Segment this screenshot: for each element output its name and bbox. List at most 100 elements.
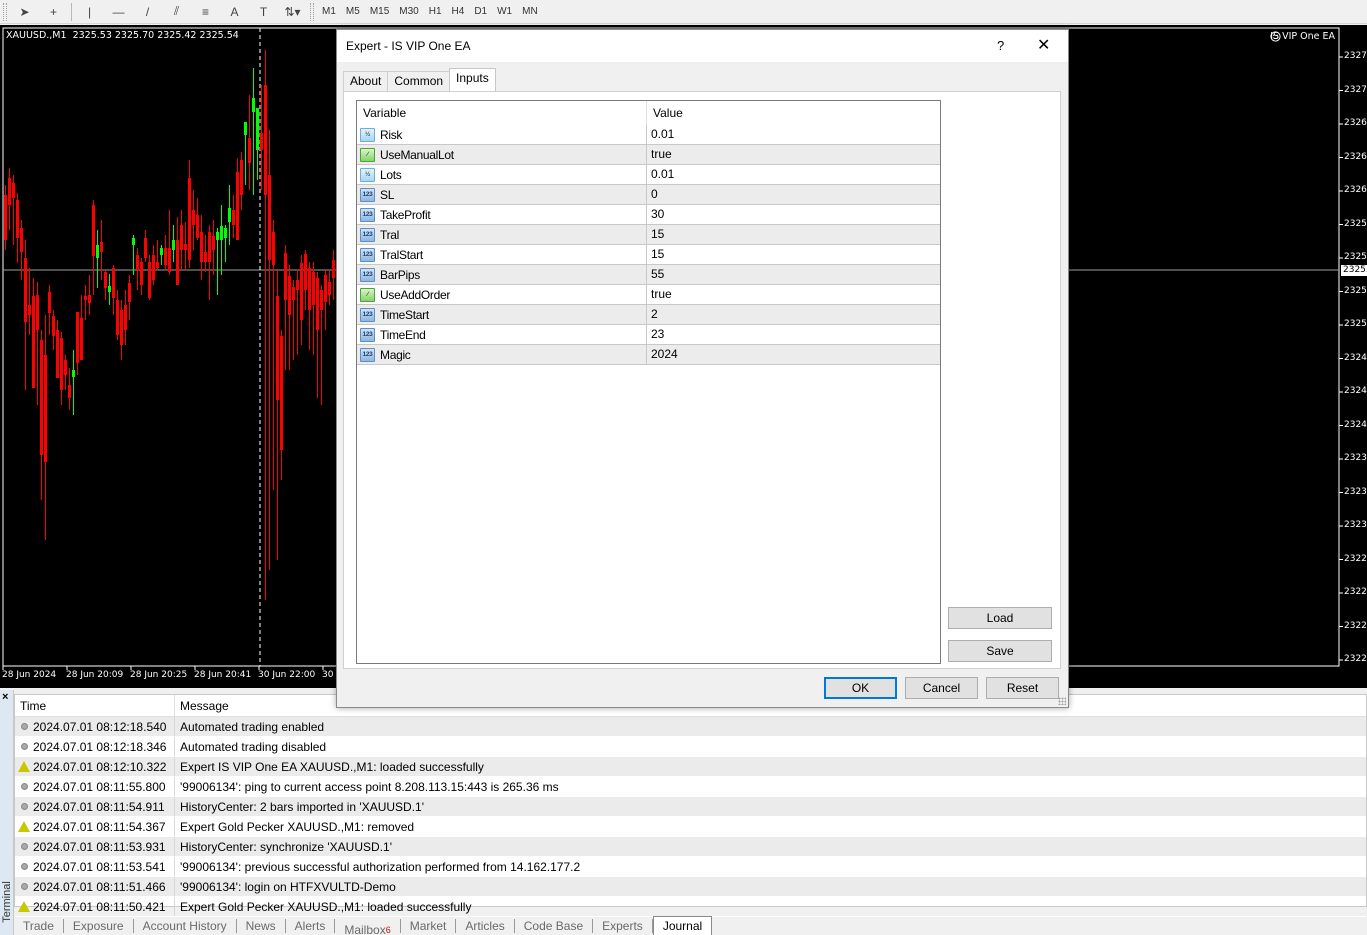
input-value-cell[interactable]: 15 [647, 225, 664, 244]
tool-trendline-button[interactable]: / [133, 1, 162, 23]
column-header-time[interactable]: Time [15, 695, 175, 716]
tab-account-history[interactable]: Account History [134, 918, 237, 933]
tab-journal[interactable]: Journal [652, 916, 713, 935]
input-row[interactable]: ⁄ UseManualLot true [357, 145, 940, 165]
bear-candle [124, 305, 127, 330]
resize-grip[interactable] [1058, 697, 1066, 705]
column-header-message[interactable]: Message [175, 695, 229, 716]
input-value-cell[interactable]: true [647, 145, 672, 164]
timeframe-mn-button[interactable]: MN [517, 1, 543, 23]
tool-equidistant-channel-button[interactable]: ⫽ [162, 1, 191, 23]
tab-alerts[interactable]: Alerts [286, 918, 336, 933]
toolbar: ➤ + | — / ⫽ ≡ A T ⇅▾ M1 M5 M15 M30 H1 H4 D1 W1 MN [0, 0, 1367, 24]
toolbar-grip[interactable] [3, 2, 7, 21]
timeframe-m15-button[interactable]: M15 [365, 1, 394, 23]
input-row[interactable]: 123 TakeProfit 30 [357, 205, 940, 225]
log-level [15, 843, 33, 850]
info-dot-icon [20, 783, 28, 790]
info-dot-icon [20, 803, 28, 810]
reset-button[interactable]: Reset [986, 677, 1059, 699]
tool-text-label-button[interactable]: T [249, 1, 278, 23]
timeframe-m5-button[interactable]: M5 [341, 1, 365, 23]
tool-fibonacci-button[interactable]: ≡ [191, 1, 220, 23]
cancel-button[interactable]: Cancel [905, 677, 978, 699]
input-value-cell[interactable]: 55 [647, 265, 664, 284]
save-button[interactable]: Save [948, 640, 1052, 662]
input-value-cell[interactable]: 23 [647, 325, 664, 344]
tool-crosshair-button[interactable]: + [39, 1, 68, 23]
tool-horizontal-line-button[interactable]: — [104, 1, 133, 23]
tab-common[interactable]: Common [387, 71, 451, 91]
boolean-type-icon: ⁄ [360, 147, 375, 162]
input-value-cell[interactable]: 0.01 [647, 165, 674, 184]
input-row[interactable]: 123 BarPips 55 [357, 265, 940, 285]
log-row[interactable]: 2024.07.01 08:11:55.800 '99006134': ping … [15, 777, 1366, 797]
input-row[interactable]: ½ Lots 0.01 [357, 165, 940, 185]
tool-cursor-button[interactable]: ➤ [10, 1, 39, 23]
expert-advisor-label[interactable]: IS VIP One EA [1270, 31, 1335, 42]
tab-label: Alerts [294, 918, 326, 933]
load-button[interactable]: Load [948, 607, 1052, 629]
tab-market[interactable]: Market [401, 918, 457, 933]
log-row[interactable]: 2024.07.01 08:12:18.346 Automated trading… [15, 737, 1366, 757]
timeframe-m30-button[interactable]: M30 [394, 1, 423, 23]
input-variable-cell: 123 TakeProfit [357, 205, 647, 224]
tab-articles[interactable]: Articles [456, 918, 515, 933]
log-row[interactable]: 2024.07.01 08:11:53.931 HistoryCenter: sy… [15, 837, 1366, 857]
input-value-cell[interactable]: 0.01 [647, 125, 674, 144]
input-value-cell[interactable]: 30 [647, 205, 664, 224]
ok-button[interactable]: OK [824, 677, 897, 699]
tool-arrows-button[interactable]: ⇅▾ [278, 1, 307, 23]
terminal-label: Terminal [0, 881, 13, 923]
input-row[interactable]: 123 TimeEnd 23 [357, 325, 940, 345]
price-tick-label: 2323. [1344, 520, 1367, 530]
timeframe-d1-button[interactable]: D1 [469, 1, 492, 23]
input-value-cell[interactable]: true [647, 285, 672, 304]
dialog-title-bar[interactable]: Expert - IS VIP One EA [337, 30, 1068, 62]
help-button[interactable]: ? [997, 38, 1004, 53]
column-header-value[interactable]: Value [647, 101, 683, 125]
input-value-cell[interactable]: 2 [647, 305, 658, 324]
tool-text-button[interactable]: A [220, 1, 249, 23]
input-row[interactable]: 123 Magic 2024 [357, 345, 940, 365]
input-row[interactable]: ⁄ UseAddOrder true [357, 285, 940, 305]
close-icon[interactable]: × [2, 691, 8, 703]
input-value-cell[interactable]: 2024 [647, 345, 678, 364]
input-value-cell[interactable]: 15 [647, 245, 664, 264]
log-row[interactable]: 2024.07.01 08:11:54.367 Expert Gold Pecke… [15, 817, 1366, 837]
timeframe-h4-button[interactable]: H4 [447, 1, 470, 23]
timeframe-w1-button[interactable]: W1 [492, 1, 517, 23]
input-row[interactable]: ½ Risk 0.01 [357, 125, 940, 145]
input-row[interactable]: 123 SL 0 [357, 185, 940, 205]
log-row[interactable]: 2024.07.01 08:11:53.541 '99006134': previ… [15, 857, 1366, 877]
close-button[interactable]: ✕ [1037, 35, 1050, 55]
bear-candle [232, 210, 235, 225]
bear-candle [36, 295, 39, 330]
tab-exposure[interactable]: Exposure [64, 918, 134, 933]
log-row[interactable]: 2024.07.01 08:12:18.540 Automated trading… [15, 717, 1366, 737]
tab-code-base[interactable]: Code Base [515, 918, 594, 933]
bear-candle [264, 85, 267, 195]
timeframe-h1-button[interactable]: H1 [424, 1, 447, 23]
input-row[interactable]: 123 TralStart 15 [357, 245, 940, 265]
input-row[interactable]: 123 Tral 15 [357, 225, 940, 245]
bear-candle [48, 292, 51, 313]
tab-inputs[interactable]: Inputs [449, 68, 496, 91]
tab-experts[interactable]: Experts [593, 918, 653, 933]
timeframe-m1-button[interactable]: M1 [317, 1, 341, 23]
tab-trade[interactable]: Trade [14, 918, 64, 933]
tab-mailbox[interactable]: Mailbox6 [335, 918, 401, 935]
log-row[interactable]: 2024.07.01 08:11:54.911 HistoryCenter: 2 … [15, 797, 1366, 817]
tool-vertical-line-button[interactable]: | [75, 1, 104, 23]
log-row[interactable]: 2024.07.01 08:12:10.322 Expert IS VIP One… [15, 757, 1366, 777]
input-row[interactable]: 123 TimeStart 2 [357, 305, 940, 325]
integer-type-icon: 123 [360, 307, 375, 322]
log-row[interactable]: 2024.07.01 08:11:51.466 '99006134': login… [15, 877, 1366, 897]
toolbar-grip[interactable] [310, 2, 314, 21]
tab-about[interactable]: About [343, 71, 389, 91]
column-header-variable[interactable]: Variable [357, 101, 647, 125]
log-row[interactable]: 2024.07.01 08:11:50.421 Expert Gold Pecke… [15, 897, 1366, 917]
input-value-cell[interactable]: 0 [647, 185, 658, 204]
tab-label: Exposure [72, 918, 124, 933]
tab-news[interactable]: News [237, 918, 286, 933]
